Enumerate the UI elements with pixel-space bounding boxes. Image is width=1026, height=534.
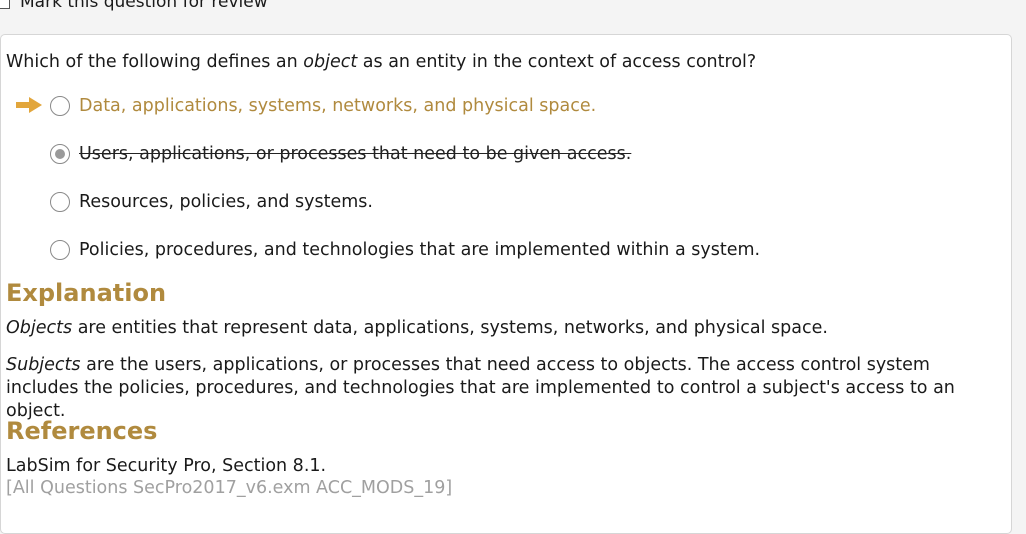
reference-question-id: [All Questions SecPro2017_v6.exm ACC_MOD… <box>6 478 453 498</box>
radio-button[interactable] <box>50 240 70 260</box>
explanation-heading: Explanation <box>6 279 167 307</box>
option-label: Users, applications, or processes that n… <box>79 144 632 164</box>
correct-answer-arrow-icon <box>16 97 42 113</box>
option-label: Resources, policies, and systems. <box>79 192 373 212</box>
explanation-paragraph-1: Objects are entities that represent data… <box>6 318 828 338</box>
answer-option-1[interactable]: Data, applications, systems, networks, a… <box>50 94 596 118</box>
review-checkbox[interactable] <box>0 0 10 9</box>
option-label: Policies, procedures, and technologies t… <box>79 240 761 260</box>
answer-option-3[interactable]: Resources, policies, and systems. <box>50 190 373 214</box>
review-label: Mark this question for review <box>20 0 268 12</box>
radio-button[interactable] <box>50 192 70 212</box>
question-object-term: object <box>303 52 358 72</box>
radio-button[interactable] <box>50 96 70 116</box>
answer-option-2[interactable]: Users, applications, or processes that n… <box>50 142 631 166</box>
question-text: Which of the following defines an object… <box>6 52 757 72</box>
reference-source: LabSim for Security Pro, Section 8.1. <box>6 456 327 476</box>
answer-option-4[interactable]: Policies, procedures, and technologies t… <box>50 238 760 262</box>
mark-for-review[interactable]: Mark this question for review <box>0 0 268 12</box>
radio-button-selected[interactable] <box>50 144 70 164</box>
option-label: Data, applications, systems, networks, a… <box>79 96 597 116</box>
explanation-paragraph-2: Subjects are the users, applications, or… <box>6 355 955 421</box>
references-heading: References <box>6 417 158 445</box>
